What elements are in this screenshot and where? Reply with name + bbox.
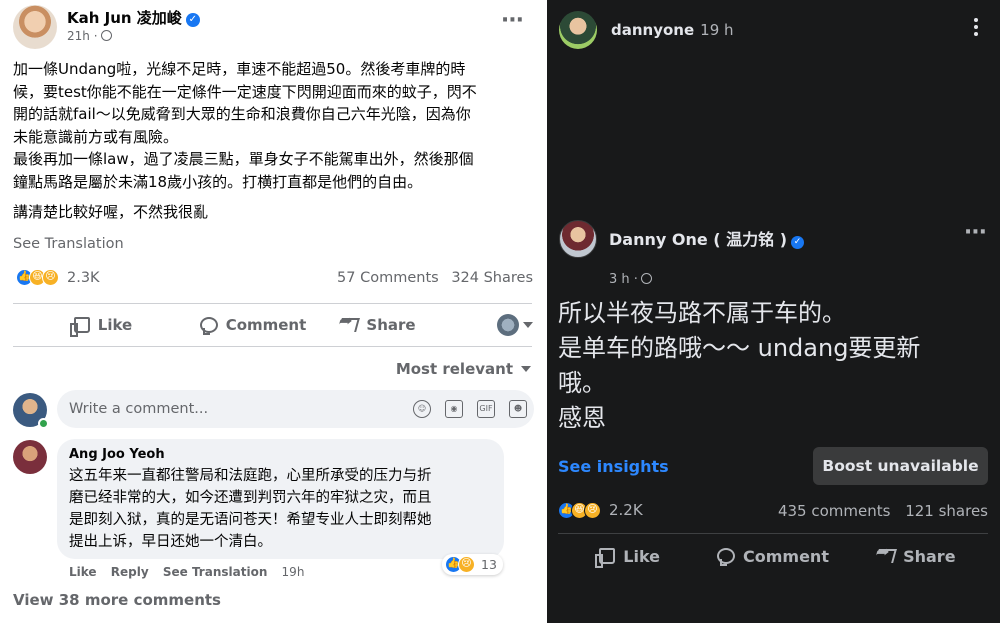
comment-bubble-icon bbox=[199, 317, 218, 335]
shares-count[interactable]: 121 shares bbox=[905, 502, 988, 520]
comment-bubble: Ang Joo Yeoh 这五年来一直都往警局和法庭跑，心里所承受的压力与折 磨… bbox=[57, 439, 504, 559]
see-translation-link[interactable]: See Translation bbox=[13, 236, 124, 252]
share-button[interactable]: Share bbox=[845, 547, 988, 566]
more-options-icon[interactable]: ··· bbox=[964, 222, 987, 244]
reaction-count[interactable]: 2.3K bbox=[67, 270, 100, 286]
comment-reactions[interactable]: 👍 😢 13 bbox=[442, 554, 503, 575]
chevron-down-icon bbox=[523, 322, 533, 328]
timestamp-text[interactable]: 21h · bbox=[67, 29, 98, 43]
shares-count[interactable]: 324 Shares bbox=[451, 270, 533, 286]
like-button[interactable]: Like bbox=[13, 316, 193, 337]
sort-label: Most relevant bbox=[395, 360, 513, 378]
author-name-text[interactable]: Danny One ( 温力铭 ) bbox=[609, 230, 787, 249]
post-body: 加一條Undang啦，光線不足時，車速不能超過50。然後考車牌的時 候，要tes… bbox=[13, 58, 533, 224]
author-name[interactable]: Danny One ( 温力铭 ) ✓ bbox=[609, 226, 805, 250]
reactions-summary[interactable]: 👍 😆 😢 2.3K bbox=[16, 269, 100, 286]
sharer-avatar[interactable] bbox=[559, 11, 597, 49]
comment-bubble-icon bbox=[717, 548, 735, 566]
comment-button[interactable]: Comment bbox=[193, 316, 313, 335]
post-body: 所以半夜马路不属于车的。 是单车的路哦～～ undang要更新 哦。 感恩 bbox=[558, 299, 921, 432]
post-paragraph: 講清楚比較好喔，不然我很亂 bbox=[13, 203, 209, 221]
post-stats: 435 comments 121 shares bbox=[778, 502, 988, 520]
emoji-icon[interactable]: ☺ bbox=[413, 400, 431, 418]
more-options-icon[interactable]: ··· bbox=[501, 10, 524, 32]
reaction-count[interactable]: 2.2K bbox=[609, 501, 643, 519]
verified-badge-icon: ✓ bbox=[791, 236, 805, 249]
sad-reaction-icon: 😢 bbox=[584, 501, 601, 519]
comment-text: 这五年来一直都往警局和法庭跑，心里所承受的压力与折 磨已经非常的大，如今还遭到判… bbox=[69, 468, 432, 550]
online-status-dot bbox=[38, 418, 49, 429]
divider bbox=[13, 346, 532, 347]
share-arrow-icon bbox=[338, 318, 361, 332]
post-stats: 57 Comments 324 Shares bbox=[337, 270, 533, 286]
author-name-text[interactable]: Kah Jun 凌加峻 bbox=[67, 9, 182, 27]
like-button[interactable]: Like bbox=[558, 546, 701, 568]
post-timestamp[interactable]: 21h · bbox=[67, 29, 112, 43]
sharer-time[interactable]: 19 h bbox=[700, 21, 733, 39]
author-avatar[interactable] bbox=[559, 220, 597, 258]
chevron-down-icon bbox=[521, 366, 531, 372]
author-avatar[interactable] bbox=[13, 5, 57, 49]
comment-sort-dropdown[interactable]: Most relevant bbox=[396, 360, 531, 378]
comment-reply-link[interactable]: Reply bbox=[111, 565, 149, 579]
boost-button[interactable]: Boost unavailable bbox=[813, 447, 988, 485]
verified-badge-icon: ✓ bbox=[185, 13, 200, 27]
share-label: Share bbox=[903, 546, 956, 566]
comment-label: Comment bbox=[743, 546, 829, 566]
divider bbox=[558, 533, 988, 534]
sticker-icon[interactable]: ☻ bbox=[509, 400, 527, 418]
left-post-panel: Kah Jun 凌加峻 ✓ 21h · ··· 加一條Undang啦，光線不足時，… bbox=[0, 0, 545, 623]
comment-button[interactable]: Comment bbox=[701, 547, 844, 566]
comment-time[interactable]: 19h bbox=[282, 565, 305, 579]
see-insights-link[interactable]: See insights bbox=[558, 457, 669, 476]
camera-icon[interactable]: ◉ bbox=[445, 400, 463, 418]
comment-like-link[interactable]: Like bbox=[69, 565, 97, 579]
profile-avatar-small bbox=[497, 314, 519, 336]
post-paragraph: 加一條Undang啦，光線不足時，車速不能超過50。然後考車牌的時 候，要tes… bbox=[13, 60, 477, 146]
commenter-name[interactable]: Ang Joo Yeoh bbox=[69, 447, 492, 462]
commenter-avatar[interactable] bbox=[13, 440, 47, 474]
audience-selector[interactable] bbox=[443, 314, 533, 336]
post-timestamp[interactable]: 3 h · bbox=[609, 272, 652, 287]
gif-icon[interactable]: GIF bbox=[477, 400, 495, 418]
post-action-bar: Like Comment Share bbox=[558, 536, 988, 576]
comment-actions: Like Reply See Translation 19h bbox=[69, 565, 314, 579]
post-paragraph: 最後再加一條law，過了凌晨三點，單身女子不能駕車出外，然後那個 鐘點馬路是屬於… bbox=[13, 150, 474, 191]
like-label: Like bbox=[97, 316, 133, 334]
comment-see-translation-link[interactable]: See Translation bbox=[163, 565, 268, 579]
thumbs-up-icon bbox=[69, 317, 90, 337]
comments-count[interactable]: 57 Comments bbox=[337, 270, 439, 286]
comments-count[interactable]: 435 comments bbox=[778, 502, 890, 520]
reactions-summary[interactable]: 👍 😆 😢 2.2K bbox=[558, 501, 643, 519]
globe-icon bbox=[100, 30, 112, 41]
sharer-header: dannyone 19 h bbox=[611, 21, 734, 39]
sad-reaction-icon: 😢 bbox=[42, 269, 59, 286]
share-button[interactable]: Share bbox=[313, 316, 443, 334]
globe-icon bbox=[640, 273, 652, 284]
share-label: Share bbox=[366, 316, 416, 334]
post-action-bar: Like Comment Share bbox=[13, 305, 533, 345]
view-more-comments-link[interactable]: View 38 more comments bbox=[13, 591, 221, 609]
sharer-name[interactable]: dannyone bbox=[611, 21, 694, 39]
divider bbox=[13, 303, 532, 304]
right-post-panel: dannyone 19 h Danny One ( 温力铭 ) ✓ ··· 3 h … bbox=[547, 0, 1000, 623]
comment-tools: ☺ ◉ GIF ☻ bbox=[413, 400, 527, 418]
author-name[interactable]: Kah Jun 凌加峻 ✓ bbox=[67, 7, 200, 28]
comment-reaction-count: 13 bbox=[481, 557, 497, 572]
thumbs-up-icon bbox=[595, 548, 616, 568]
vertical-more-icon[interactable] bbox=[974, 18, 978, 36]
timestamp-text[interactable]: 3 h · bbox=[609, 272, 638, 287]
like-label: Like bbox=[623, 546, 661, 566]
comment-label: Comment bbox=[225, 316, 307, 334]
sad-reaction-icon: 😢 bbox=[458, 556, 475, 573]
share-arrow-icon bbox=[875, 549, 897, 563]
